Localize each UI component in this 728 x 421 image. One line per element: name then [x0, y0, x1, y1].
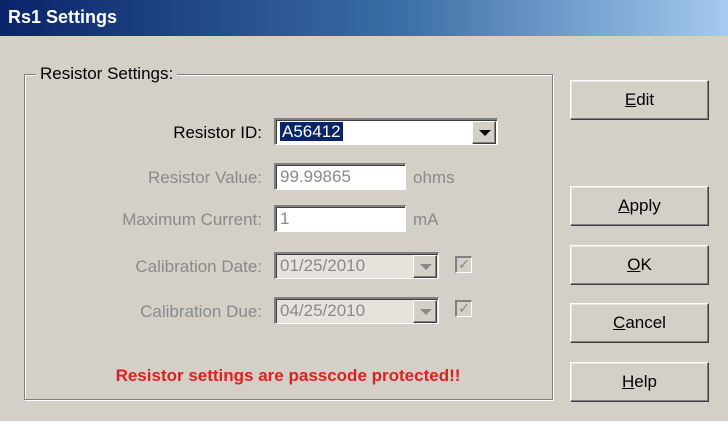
- edit-label: dit: [636, 90, 655, 109]
- calibration-due-picker[interactable]: 04/25/2010: [274, 297, 439, 324]
- cancel-label: ancel: [625, 313, 666, 332]
- resistor-value-unit: ohms: [413, 168, 455, 187]
- cancel-mnemonic: C: [613, 313, 626, 332]
- resistor-id-label: Resistor ID:: [173, 123, 262, 142]
- help-button[interactable]: Help: [570, 362, 709, 402]
- edit-button[interactable]: Edit: [570, 80, 709, 120]
- group-legend: Resistor Settings:: [36, 64, 178, 84]
- resistor-id-select[interactable]: A56412: [274, 118, 498, 145]
- resistor-value-field[interactable]: 99.99865: [274, 163, 406, 190]
- resistor-id-value: A56412: [279, 121, 344, 142]
- calibration-due-value: 04/25/2010: [280, 301, 366, 320]
- title-bar: Rs1 Settings: [0, 0, 728, 36]
- cancel-button[interactable]: Cancel: [570, 303, 709, 343]
- checkmark-icon: ✓: [458, 256, 470, 272]
- ok-button[interactable]: OK: [570, 245, 709, 285]
- resistor-value-label: Resistor Value:: [147, 168, 262, 187]
- help-label: elp: [634, 372, 657, 391]
- maximum-current-label: Maximum Current:: [122, 210, 262, 229]
- apply-label: pply: [629, 196, 661, 215]
- apply-mnemonic: A: [618, 196, 630, 215]
- calibration-date-label: Calibration Date:: [135, 257, 262, 276]
- ok-label: K: [640, 255, 652, 274]
- help-mnemonic: H: [622, 372, 635, 391]
- checkmark-icon: ✓: [458, 300, 470, 316]
- calibration-date-checkbox[interactable]: ✓: [455, 256, 472, 273]
- resistor-id-dropdown-button[interactable]: [472, 121, 496, 144]
- maximum-current-unit: mA: [413, 210, 439, 229]
- calibration-due-dropdown-button[interactable]: [413, 300, 437, 323]
- calibration-date-dropdown-button[interactable]: [413, 255, 437, 278]
- maximum-current-field[interactable]: 1: [274, 205, 406, 232]
- calibration-date-picker[interactable]: 01/25/2010: [274, 252, 439, 279]
- passcode-warning: Resistor settings are passcode protected…: [115, 366, 461, 385]
- edit-mnemonic: E: [624, 90, 637, 109]
- window-title: Rs1 Settings: [8, 7, 118, 27]
- calibration-due-checkbox[interactable]: ✓: [455, 300, 472, 317]
- calibration-due-label: Calibration Due:: [140, 302, 262, 321]
- apply-button[interactable]: Apply: [570, 186, 709, 226]
- ok-mnemonic: O: [627, 255, 641, 274]
- calibration-date-value: 01/25/2010: [280, 256, 366, 275]
